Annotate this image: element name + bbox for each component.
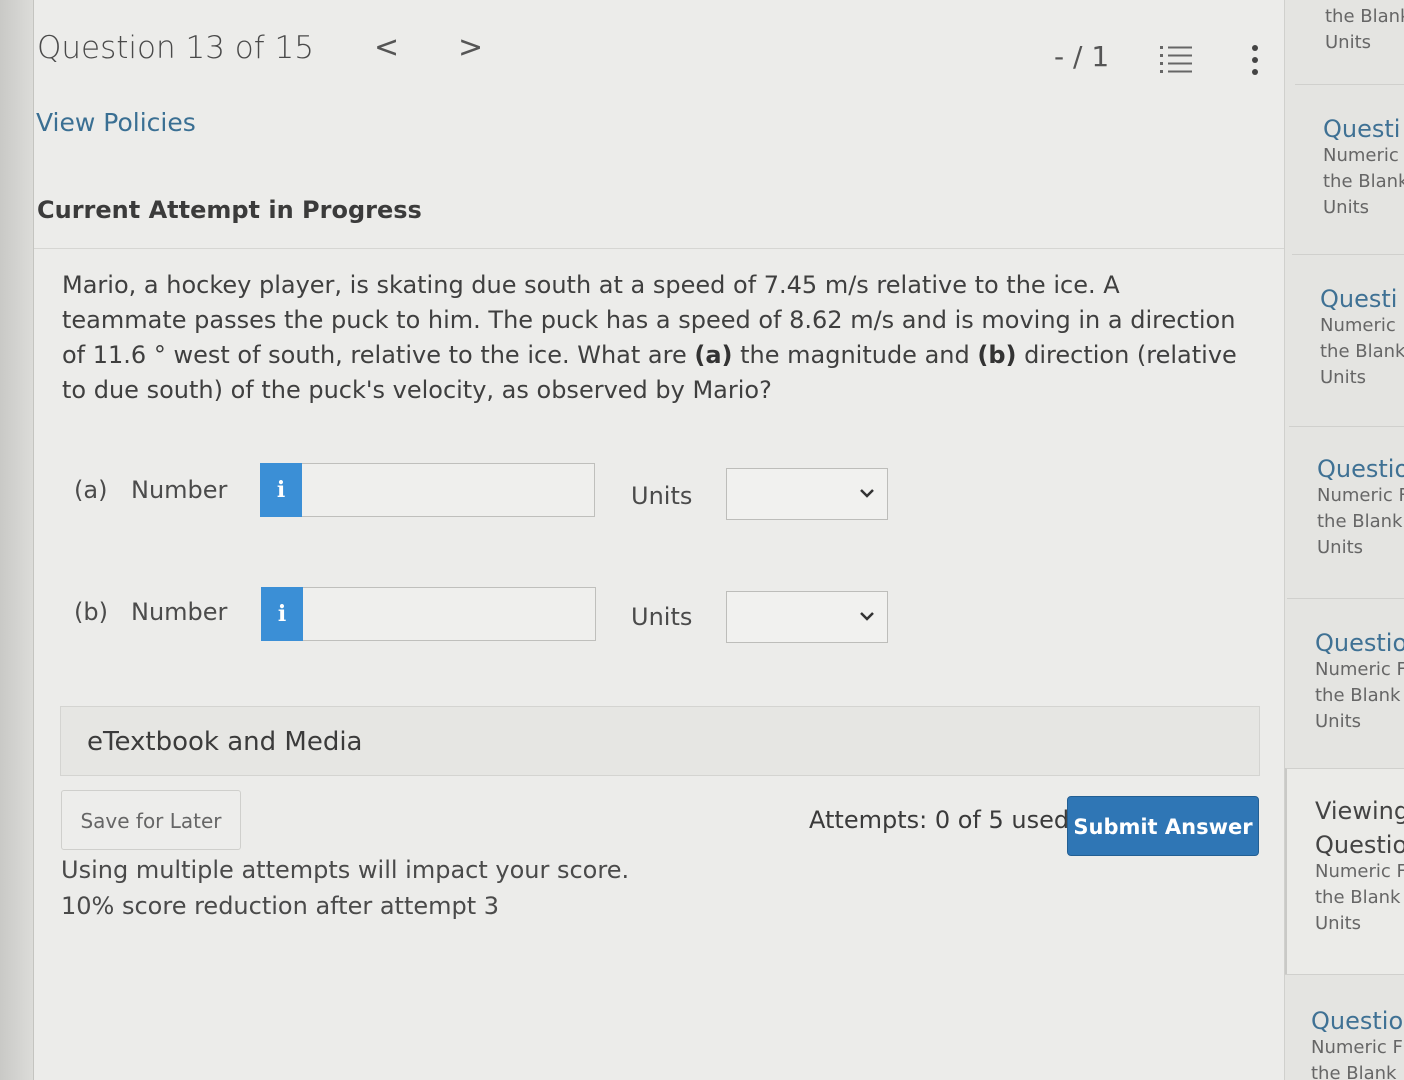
sidebar-question-item[interactable]: Questio Numeric F the Blank xyxy=(1285,974,1404,1080)
part-b-info-button[interactable]: i xyxy=(261,587,303,641)
next-question-button[interactable]: > xyxy=(458,30,483,65)
part-b-number-label: Number xyxy=(131,598,228,626)
sidebar-current-question-item[interactable]: Viewing Questio Numeric F the Blank Unit… xyxy=(1285,768,1404,974)
sidebar-question-item[interactable]: Questi Numeric the Blank Units xyxy=(1292,254,1404,426)
sidebar-question-item[interactable]: Questio Numeric F the Blank Units xyxy=(1289,426,1404,598)
part-a-units-label: Units xyxy=(631,482,693,510)
part-b-units-select[interactable] xyxy=(726,591,888,643)
etextbook-media-panel[interactable]: eTextbook and Media xyxy=(60,706,1260,776)
part-a-label: (a) xyxy=(74,476,108,504)
part-b-units-label: Units xyxy=(631,603,693,631)
chevron-down-icon xyxy=(860,612,874,621)
part-a-number-label: Number xyxy=(131,476,228,504)
attempt-warning: Using multiple attempts will impact your… xyxy=(61,852,629,924)
divider xyxy=(34,248,1290,249)
warning-line-2: 10% score reduction after attempt 3 xyxy=(61,892,500,920)
question-text: Mario, a hockey player, is skating due s… xyxy=(62,271,1237,404)
part-a-units-select[interactable] xyxy=(726,468,888,520)
more-options-icon[interactable] xyxy=(1248,44,1262,76)
window-left-edge xyxy=(0,0,34,1080)
sidebar-top-partial[interactable]: the Blank Units xyxy=(1325,0,1404,56)
part-a-info-button[interactable]: i xyxy=(260,463,302,517)
warning-line-1: Using multiple attempts will impact your… xyxy=(61,856,630,884)
etextbook-label: eTextbook and Media xyxy=(87,727,363,757)
question-list-icon[interactable] xyxy=(1160,44,1194,74)
sidebar-question-item[interactable]: Questio Numeric F the Blank Units xyxy=(1287,598,1404,768)
part-b-label: (b) xyxy=(74,598,108,626)
sidebar-question-item[interactable]: Questi Numeric the Blank Units xyxy=(1295,84,1404,254)
question-sidebar: the Blank Units Questi Numeric the Blank… xyxy=(1284,0,1404,1080)
part-b-number-input[interactable] xyxy=(303,587,596,641)
view-policies-link[interactable]: View Policies xyxy=(36,108,196,137)
save-for-later-button[interactable]: Save for Later xyxy=(61,790,241,850)
question-panel: Question 13 of 15 < > - / 1 View Policie… xyxy=(34,0,1290,1080)
attempt-heading: Current Attempt in Progress xyxy=(37,196,422,224)
part-a-number-input[interactable] xyxy=(302,463,595,517)
question-title: Question 13 of 15 xyxy=(37,30,314,66)
question-score: - / 1 xyxy=(1054,40,1110,73)
attempts-counter: Attempts: 0 of 5 used xyxy=(809,806,1070,834)
chevron-down-icon xyxy=(860,489,874,498)
previous-question-button[interactable]: < xyxy=(374,30,399,65)
submit-answer-button[interactable]: Submit Answer xyxy=(1067,796,1259,856)
